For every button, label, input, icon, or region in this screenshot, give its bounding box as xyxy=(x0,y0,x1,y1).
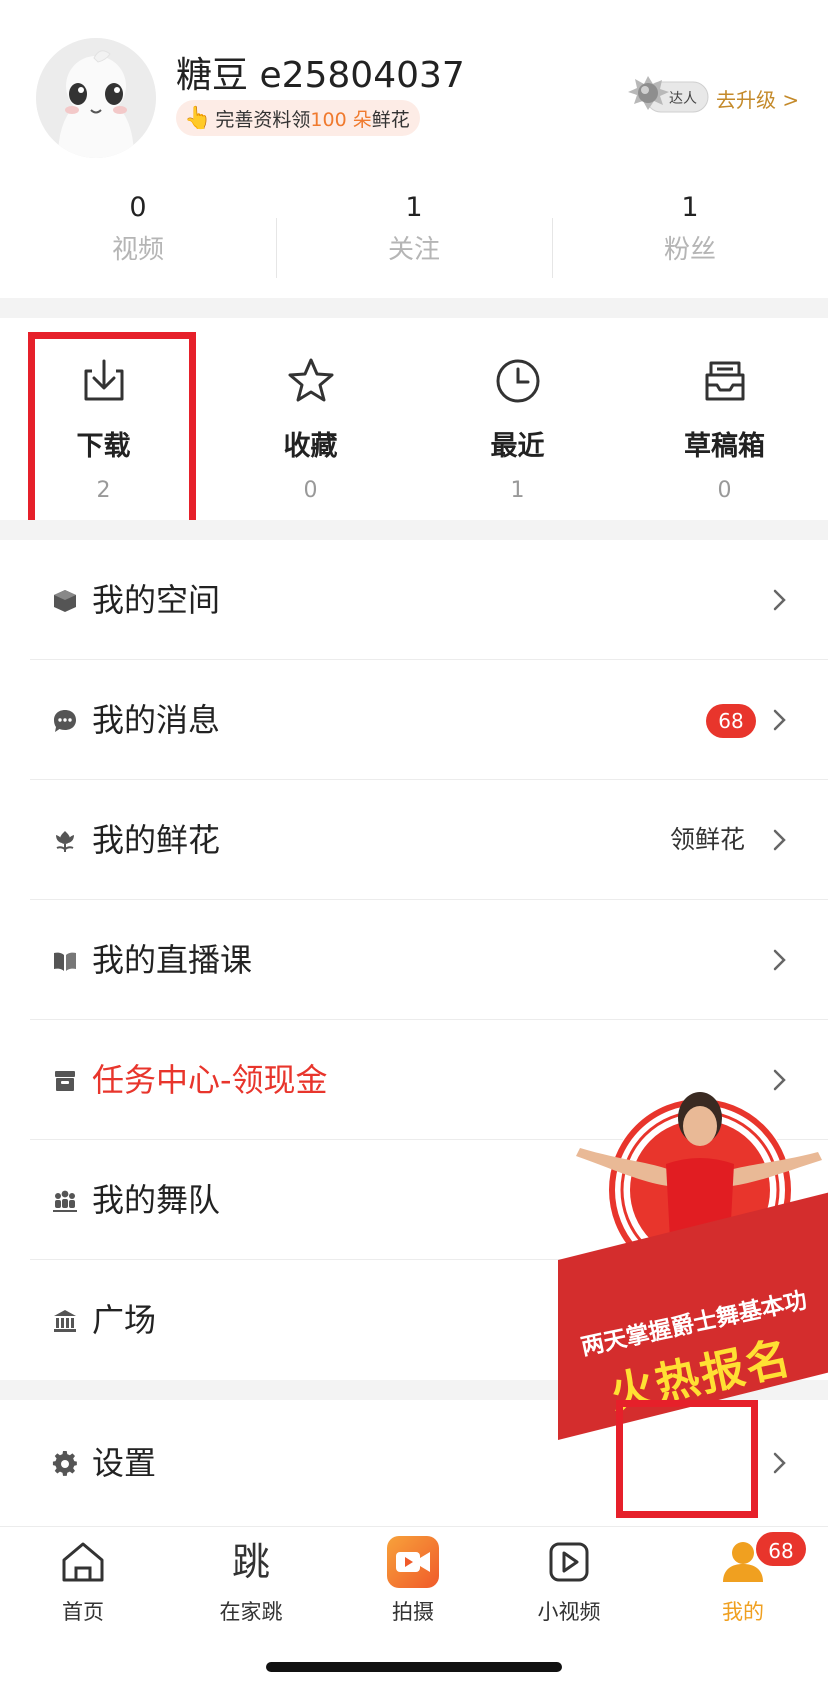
menu-label: 设置 xyxy=(92,1444,157,1482)
stat-label: 视频 xyxy=(111,235,164,265)
tab-label: 首页 xyxy=(62,1600,104,1624)
claim-flowers-link[interactable]: 领鲜花 xyxy=(670,822,745,858)
username: 糖豆 e25804037 xyxy=(176,55,465,96)
tab-unread-badge: 68 xyxy=(754,1530,808,1568)
team-icon xyxy=(53,1190,77,1212)
upgrade-link[interactable]: 去升级 > xyxy=(716,84,799,113)
quick-favorites[interactable]: 收藏 0 xyxy=(207,355,414,505)
avatar[interactable] xyxy=(36,38,156,158)
tab-home[interactable]: 首页 xyxy=(8,1536,158,1626)
quick-label: 草稿箱 xyxy=(684,431,765,462)
chevron-right-icon xyxy=(773,589,786,611)
menu-label: 广场 xyxy=(92,1301,157,1339)
tab-dance-at-home[interactable]: 跳 在家跳 xyxy=(176,1536,326,1626)
complete-profile-promo[interactable]: 👆 完善资料领 100 朵 鲜花 xyxy=(176,100,420,136)
clock-icon xyxy=(496,359,539,403)
cube-icon xyxy=(54,590,76,612)
quick-count: 0 xyxy=(717,478,732,503)
section-gap xyxy=(0,520,828,540)
level-badge[interactable]: 达人 xyxy=(626,74,710,120)
menu-label: 我的消息 xyxy=(92,701,221,739)
tiao-glyph-icon: 跳 xyxy=(231,1540,270,1584)
chevron-right-icon xyxy=(773,1069,786,1091)
chat-bubble-icon xyxy=(54,710,76,732)
level-label: 达人 xyxy=(669,91,697,107)
quick-label: 最近 xyxy=(490,431,545,462)
menu-label: 任务中心-领现金 xyxy=(92,1061,328,1099)
menu-label: 我的鲜花 xyxy=(92,821,221,859)
quick-drafts[interactable]: 草稿箱 0 xyxy=(621,355,828,505)
menu-my-flowers[interactable]: 我的鲜花 领鲜花 xyxy=(0,780,828,900)
tab-label: 在家跳 xyxy=(219,1600,283,1624)
stat-videos[interactable]: 0 视频 xyxy=(0,190,276,268)
menu-my-space[interactable]: 我的空间 xyxy=(0,540,828,660)
quick-label: 收藏 xyxy=(283,431,338,462)
chevron-right-icon xyxy=(773,709,786,731)
menu-live-courses[interactable]: 我的直播课 xyxy=(0,900,828,1020)
chevron-right-icon xyxy=(773,949,786,971)
draft-box-icon xyxy=(705,361,744,401)
highlight-box xyxy=(616,1400,758,1518)
quick-recent[interactable]: 最近 1 xyxy=(414,355,621,505)
stat-fans[interactable]: 1 粉丝 xyxy=(552,190,828,268)
quick-count: 1 xyxy=(510,478,525,503)
home-indicator xyxy=(266,1662,562,1672)
book-icon xyxy=(54,952,76,971)
tab-shoot[interactable]: 拍摄 xyxy=(338,1536,488,1626)
menu-label: 我的直播课 xyxy=(92,941,253,979)
stat-label: 粉丝 xyxy=(663,235,716,265)
promo-prefix: 完善资料领 xyxy=(215,108,311,131)
gear-icon xyxy=(52,1451,77,1476)
tab-short-video[interactable]: 小视频 xyxy=(494,1536,644,1626)
promo-highlight: 100 朵 xyxy=(310,108,372,131)
section-gap xyxy=(0,298,828,318)
chevron-right-icon xyxy=(773,829,786,851)
tab-label: 小视频 xyxy=(537,1600,601,1624)
unread-badge: 68 xyxy=(706,704,756,738)
chevron-right-icon xyxy=(773,1452,786,1474)
tab-label: 拍摄 xyxy=(392,1600,434,1624)
stat-following[interactable]: 1 关注 xyxy=(276,190,552,268)
stat-count: 1 xyxy=(405,192,423,223)
play-icon xyxy=(549,1542,589,1582)
star-icon xyxy=(288,358,333,402)
floating-ad-banner[interactable]: 两天掌握爵士舞基本功 火热报名 xyxy=(558,1090,828,1440)
menu-label: 我的空间 xyxy=(92,581,221,619)
stat-label: 关注 xyxy=(387,235,440,265)
highlight-box xyxy=(28,332,196,530)
menu-label: 我的舞队 xyxy=(92,1181,221,1219)
quick-count: 0 xyxy=(303,478,318,503)
stat-count: 1 xyxy=(681,192,699,223)
stat-count: 0 xyxy=(129,192,147,223)
promo-suffix: 鲜花 xyxy=(371,108,410,131)
pointing-hand-icon: 👆 xyxy=(184,105,212,131)
tab-label: 我的 xyxy=(722,1600,764,1624)
home-icon xyxy=(62,1542,104,1582)
flower-icon xyxy=(56,831,74,852)
menu-my-messages[interactable]: 我的消息 68 xyxy=(0,660,828,780)
camera-icon xyxy=(387,1536,439,1588)
task-box-icon xyxy=(55,1071,75,1091)
bank-icon xyxy=(54,1310,76,1332)
